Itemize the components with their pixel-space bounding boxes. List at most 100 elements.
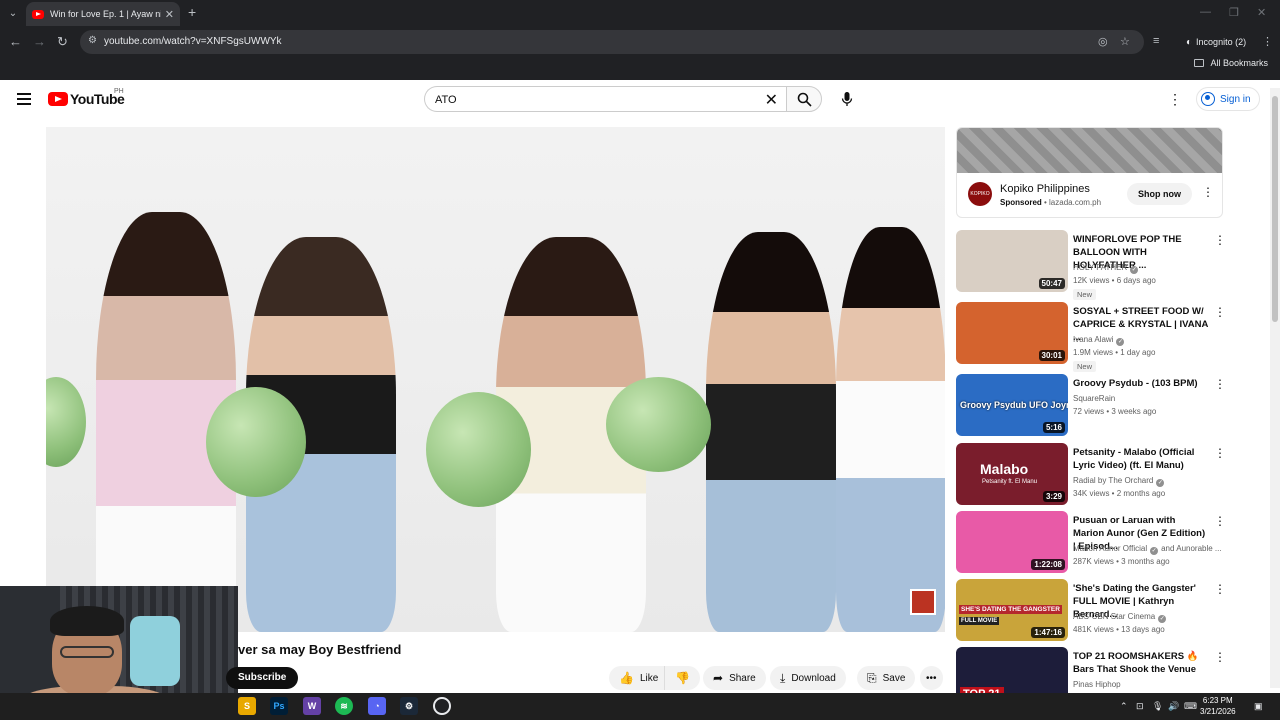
recommendation-menu-icon[interactable]: ⋮ bbox=[1214, 446, 1226, 460]
video-player[interactable] bbox=[46, 127, 945, 632]
recommendation-item[interactable]: 50:47 WINFORLOVE POP THE BALLOON WITH HOL… bbox=[956, 230, 1226, 300]
share-button[interactable]: ➦ Share bbox=[703, 666, 766, 690]
recommendation-menu-icon[interactable]: ⋮ bbox=[1214, 582, 1226, 596]
video-thumbnail[interactable]: 30:01 bbox=[956, 302, 1068, 364]
subscribe-button[interactable]: Subscribe bbox=[226, 667, 299, 689]
site-info-icon[interactable]: ⚙ bbox=[88, 35, 100, 47]
recommendation-title[interactable]: Petsanity - Malabo (Official Lyric Video… bbox=[1073, 446, 1209, 472]
taskbar-app-sublime-icon[interactable]: S bbox=[238, 697, 256, 715]
recommendation-menu-icon[interactable]: ⋮ bbox=[1214, 650, 1226, 664]
recommendation-item[interactable]: Groovy Psydub UFO Joyride5:16Groovy Psyd… bbox=[956, 374, 1226, 438]
minimize-icon[interactable]: — bbox=[1200, 6, 1211, 18]
reload-icon[interactable]: ↻ bbox=[57, 34, 68, 50]
recommendation-channel[interactable]: Ivana Alawi ✓ bbox=[1073, 335, 1125, 346]
share-icon: ➦ bbox=[713, 671, 724, 685]
video-thumbnail[interactable]: 1:22:08 bbox=[956, 511, 1068, 573]
recommendation-channel[interactable]: Radial by The Orchard ✓ bbox=[1073, 476, 1165, 487]
incognito-indicator[interactable]: ◐ Incognito (2) bbox=[1178, 31, 1254, 53]
taskbar-app-chrome-icon[interactable] bbox=[433, 697, 451, 715]
clear-search-icon[interactable]: ✕ bbox=[765, 90, 778, 110]
thumbnail-subcaption: FULL MOVIE bbox=[959, 617, 1000, 625]
recommendation-title[interactable]: Groovy Psydub - (103 BPM) bbox=[1073, 377, 1209, 390]
sign-in-button[interactable]: Sign in bbox=[1196, 87, 1260, 111]
search-button[interactable] bbox=[786, 86, 822, 112]
taskbar-app-steam-icon[interactable]: ⚙ bbox=[400, 697, 418, 715]
save-button[interactable]: ⎘ Save bbox=[857, 666, 916, 690]
download-label: Download bbox=[791, 672, 836, 684]
channel-name: SquareRain bbox=[1073, 394, 1116, 403]
tab-close-icon[interactable]: ✕ bbox=[165, 8, 174, 21]
settings-menu-icon[interactable]: ⋮ bbox=[1168, 91, 1182, 108]
tab-active[interactable]: Win for Love Ep. 1 | Ayaw ni Reyna ✕ bbox=[26, 2, 180, 26]
more-actions-button[interactable]: ••• bbox=[920, 666, 943, 690]
recommendation-title[interactable]: TOP 21 ROOMSHAKERS 🔥 Bars That Shook the… bbox=[1073, 650, 1209, 676]
channel-name: ABS-CBN Star Cinema bbox=[1073, 612, 1156, 621]
chrome-menu-icon[interactable]: ⋮ bbox=[1262, 35, 1273, 48]
tray-expand-icon[interactable]: ⌃ bbox=[1120, 701, 1128, 712]
taskbar-app-spotify-icon[interactable]: ≋ bbox=[335, 697, 353, 715]
search-input[interactable]: ATO ✕ bbox=[424, 86, 786, 112]
recommendation-channel[interactable]: HOLY FATHER ✓ bbox=[1073, 263, 1139, 274]
recommendation-channel[interactable]: ABS-CBN Star Cinema ✓ bbox=[1073, 612, 1167, 623]
page-scrollbar[interactable] bbox=[1270, 88, 1280, 688]
ad-menu-icon[interactable]: ⋮ bbox=[1202, 185, 1214, 199]
dislike-button[interactable]: 👎 bbox=[664, 666, 700, 690]
recommendation-meta: 12K views • 6 days ago bbox=[1073, 276, 1156, 285]
recommendation-channel[interactable]: SquareRain bbox=[1073, 394, 1115, 403]
video-thumbnail[interactable]: SHE'S DATING THE GANGSTER FULL MOVIE 1:47:… bbox=[956, 579, 1068, 641]
forward-icon[interactable]: → bbox=[33, 34, 46, 49]
recommendation-menu-icon[interactable]: ⋮ bbox=[1214, 377, 1226, 391]
recommendation-channel[interactable]: Pinas Hiphop bbox=[1073, 680, 1121, 689]
search-value: ATO bbox=[435, 94, 457, 106]
recommendation-item[interactable]: 1:22:08 Pusuan or Laruan with Marion Auno… bbox=[956, 511, 1226, 575]
scrollbar-thumb[interactable] bbox=[1272, 96, 1278, 322]
download-button[interactable]: ⤓ Download bbox=[770, 666, 846, 690]
back-icon[interactable]: ← bbox=[9, 34, 22, 49]
guide-menu-icon[interactable] bbox=[17, 93, 31, 105]
recommendation-item[interactable]: Malabo Petsanity ft. El Manu 3:29 Petsanity… bbox=[956, 443, 1226, 507]
taskbar-app-photoshop-icon[interactable]: Ps bbox=[270, 697, 288, 715]
video-thumbnail[interactable]: Groovy Psydub UFO Joyride 5:16 bbox=[956, 374, 1068, 436]
tray-network-icon[interactable]: ⊡ bbox=[1136, 701, 1144, 712]
maximize-icon[interactable]: ❐ bbox=[1229, 6, 1239, 19]
recommendation-menu-icon[interactable]: ⋮ bbox=[1214, 514, 1226, 528]
tray-keyboard-icon[interactable]: ⌨ bbox=[1184, 701, 1197, 712]
recommendation-menu-icon[interactable]: ⋮ bbox=[1214, 233, 1226, 247]
new-tab-icon[interactable]: + bbox=[188, 4, 196, 20]
recommendation-item[interactable]: 30:01 SOSYAL + STREET FOOD W/ CAPRICE & K… bbox=[956, 302, 1226, 372]
youtube-logo[interactable]: YouTube PH bbox=[48, 88, 125, 107]
recommendation-menu-icon[interactable]: ⋮ bbox=[1214, 305, 1226, 319]
thumbnail-caption: Groovy Psydub UFO Joyride bbox=[960, 400, 1068, 410]
address-bar[interactable]: ⚙ youtube.com/watch?v=XNFSgsUWWYk ◎ ☆ bbox=[80, 30, 1144, 54]
bookmark-star-icon[interactable]: ☆ bbox=[1120, 35, 1130, 48]
url-text: youtube.com/watch?v=XNFSgsUWWYk bbox=[104, 36, 282, 47]
share-label: Share bbox=[729, 672, 756, 684]
taskbar-app-twitch-icon[interactable]: W bbox=[303, 697, 321, 715]
shop-now-button[interactable]: Shop now bbox=[1127, 183, 1192, 205]
thumbs-up-icon: 👍 bbox=[619, 671, 634, 685]
recommendation-item[interactable]: SHE'S DATING THE GANGSTER FULL MOVIE 1:47:… bbox=[956, 579, 1226, 643]
folder-icon bbox=[1194, 59, 1205, 67]
tray-volume-icon[interactable]: 🔊 bbox=[1168, 701, 1179, 712]
video-duration: 1:47:16 bbox=[1031, 627, 1065, 638]
youtube-header: YouTube PH ATO ✕ ⋮ Sign in bbox=[0, 80, 1270, 120]
video-thumbnail[interactable]: 50:47 bbox=[956, 230, 1068, 292]
tray-mic-icon[interactable]: 🎙 bbox=[1152, 701, 1163, 712]
taskbar-clock[interactable]: 6:23 PM 3/21/2026 bbox=[1200, 695, 1236, 717]
ad-banner[interactable] bbox=[957, 128, 1222, 173]
all-bookmarks-button[interactable]: All Bookmarks bbox=[1194, 58, 1268, 68]
eye-off-icon[interactable]: ◎ bbox=[1098, 35, 1108, 48]
youtube-favicon-icon bbox=[32, 9, 44, 19]
taskbar-app-discord-icon[interactable]: ◔ bbox=[368, 697, 386, 715]
reading-list-icon[interactable]: ≡ bbox=[1153, 35, 1159, 47]
like-button[interactable]: 👍 Like bbox=[609, 666, 669, 690]
voice-search-button[interactable] bbox=[834, 86, 860, 112]
ad-card[interactable]: KOPIKO Kopiko Philippines Sponsored • la… bbox=[956, 127, 1223, 218]
channel-watermark[interactable] bbox=[910, 589, 936, 615]
ad-sponsor-line: Sponsored • lazada.com.ph bbox=[1000, 198, 1102, 207]
tab-search-icon[interactable]: ⌄ bbox=[4, 5, 22, 23]
notifications-icon[interactable]: ▣ bbox=[1254, 701, 1263, 712]
recommendation-channel[interactable]: Marion Aunor Official ✓ and Aunorable ... bbox=[1073, 544, 1222, 555]
close-window-icon[interactable]: ✕ bbox=[1257, 6, 1266, 19]
video-thumbnail[interactable]: Malabo Petsanity ft. El Manu 3:29 bbox=[956, 443, 1068, 505]
